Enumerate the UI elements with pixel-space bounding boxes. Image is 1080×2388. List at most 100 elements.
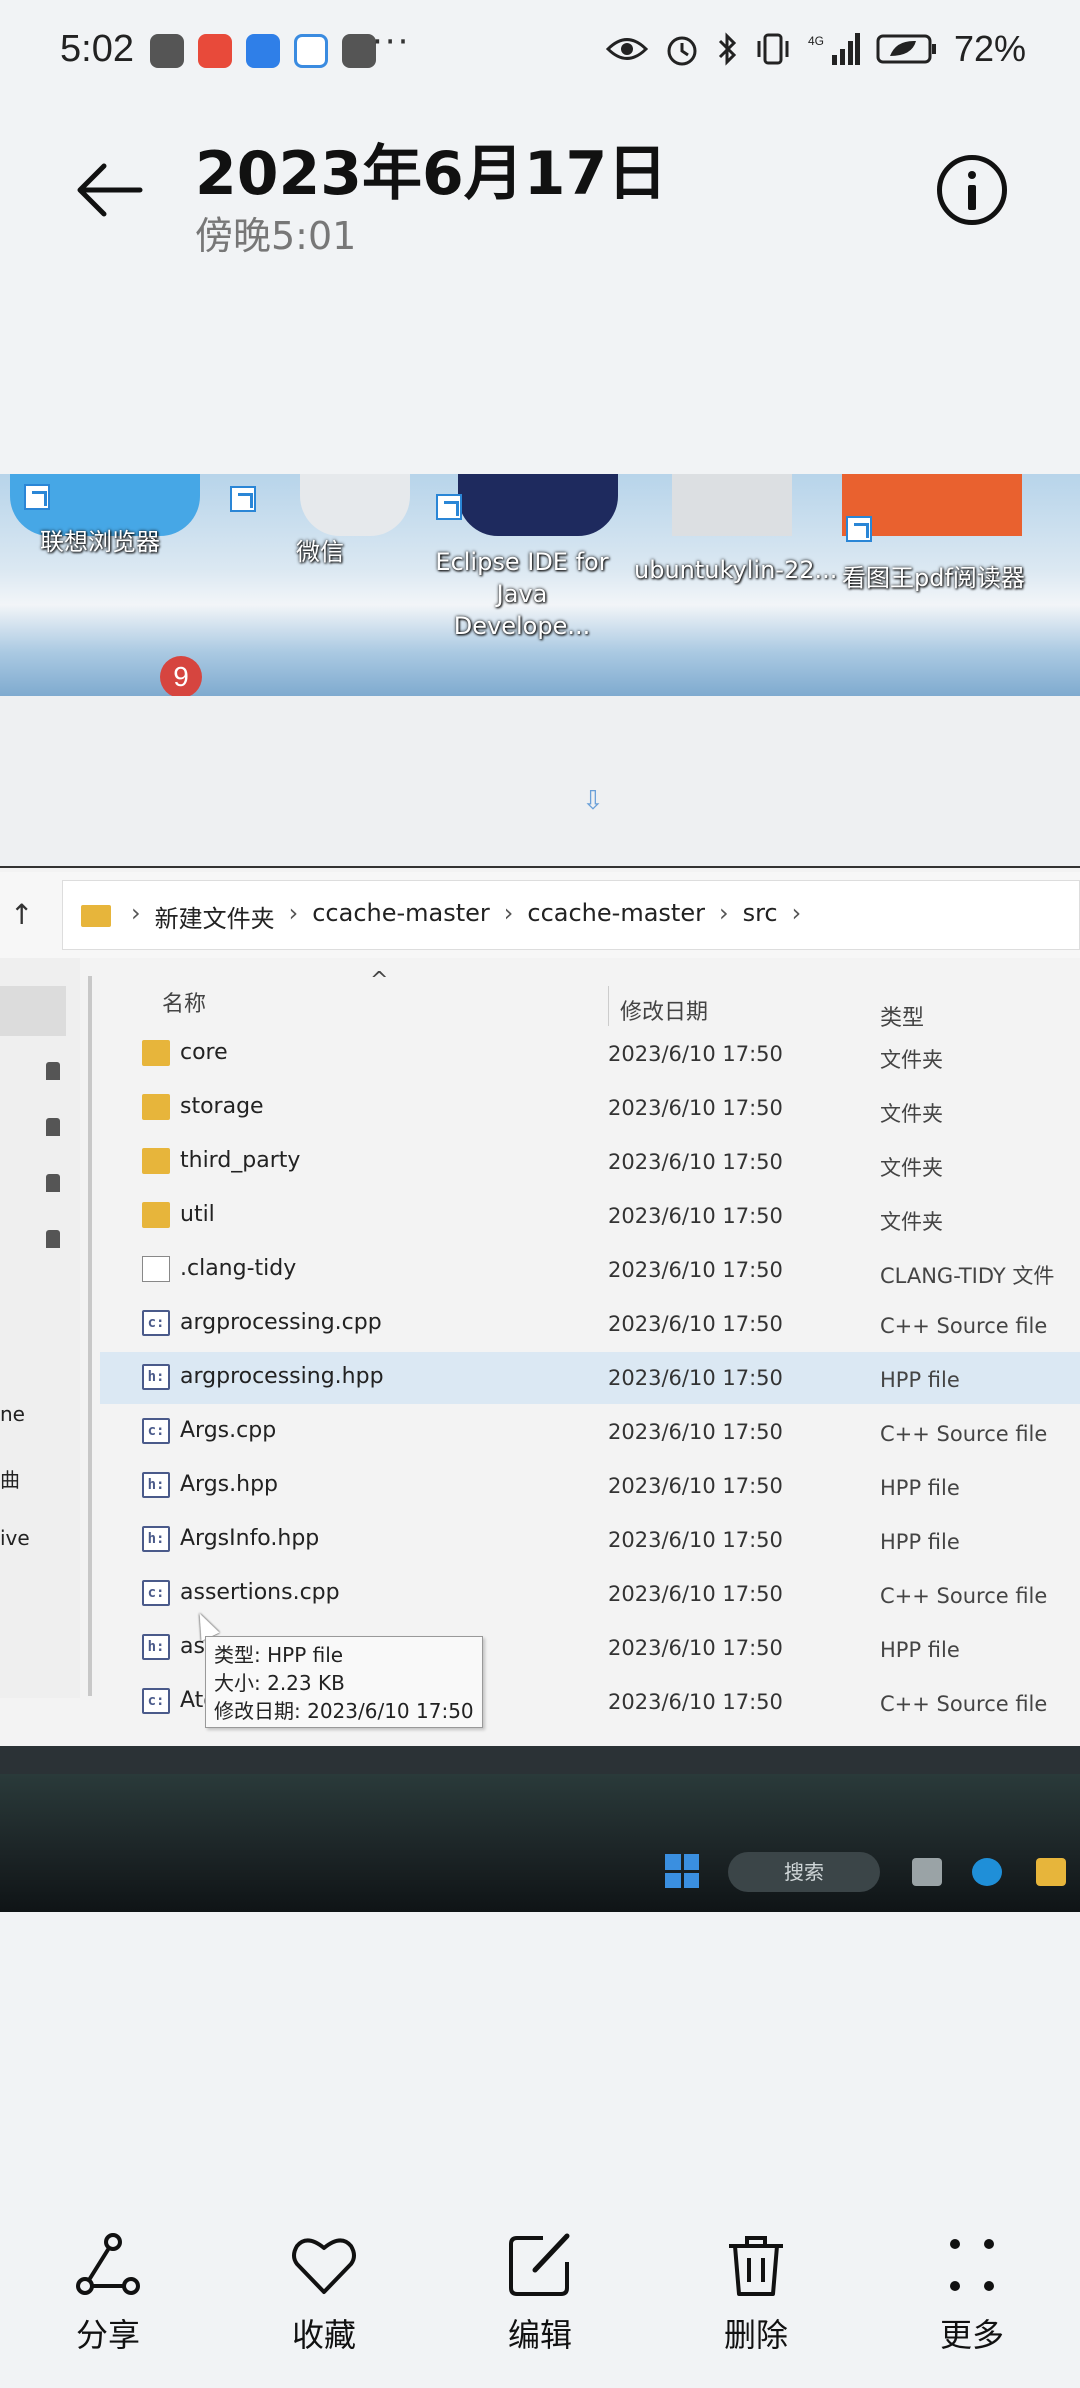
file-date: 2023/6/10 17:50 xyxy=(608,1636,783,1660)
breadcrumb-item[interactable]: 新建文件夹 xyxy=(155,899,275,934)
more-notifications-icon: ··· xyxy=(372,22,411,62)
shortcut-arrow-icon xyxy=(230,486,256,512)
share-button[interactable]: 分享 xyxy=(38,2230,178,2356)
file-date: 2023/6/10 17:50 xyxy=(608,1042,783,1066)
nav-selected-item[interactable] xyxy=(0,986,66,1036)
up-arrow-icon[interactable]: ↑ xyxy=(10,898,33,931)
file-name: Args.cpp xyxy=(180,1418,277,1443)
folder-taskbar-icon[interactable] xyxy=(1036,1858,1066,1886)
eye-icon xyxy=(605,38,648,60)
taskbar-search[interactable]: 搜索 xyxy=(728,1852,880,1892)
bottom-toolbar: 分享 收藏 编辑 删除 更多 xyxy=(0,2230,1080,2388)
hpp-file-icon: h: xyxy=(142,1364,170,1390)
photo-viewer[interactable]: 联想浏览器 微信 Eclipse IDE for Java Develope..… xyxy=(0,474,1080,1912)
file-type: C++ Source file xyxy=(880,1314,1048,1338)
file-date: 2023/6/10 17:50 xyxy=(608,1258,783,1282)
file-icon xyxy=(142,1256,170,1282)
trash-icon xyxy=(729,2236,783,2296)
table-row[interactable]: util 2023/6/10 17:50 文件夹 xyxy=(100,1190,1080,1242)
table-row[interactable]: h: ArgsInfo.hpp 2023/6/10 17:50 HPP file xyxy=(100,1514,1080,1566)
breadcrumb-item[interactable]: src xyxy=(743,899,778,934)
file-date: 2023/6/10 17:50 xyxy=(608,1582,783,1606)
nav-item-label[interactable]: 曲 xyxy=(0,1464,20,1493)
file-type: HPP file xyxy=(880,1638,960,1662)
cpp-file-icon: c: xyxy=(142,1418,170,1444)
notification-icons xyxy=(150,34,376,68)
battery-icon xyxy=(876,34,936,64)
file-name: core xyxy=(180,1040,228,1065)
shortcut-arrow-icon xyxy=(436,494,462,520)
desktop-label: 微信 xyxy=(296,538,344,566)
file-type: 文件夹 xyxy=(880,1048,943,1072)
explorer-ribbon: ⇩ xyxy=(0,696,1080,868)
file-name: argprocessing.cpp xyxy=(180,1310,382,1335)
file-type: HPP file xyxy=(880,1476,960,1500)
desktop-label: Eclipse IDE for Java Develope... xyxy=(435,548,609,640)
file-type: CLANG-TIDY 文件 xyxy=(880,1264,1055,1288)
desktop-background: 联想浏览器 微信 Eclipse IDE for Java Develope..… xyxy=(0,474,1080,712)
windows-start-icon[interactable] xyxy=(665,1854,699,1888)
pin-icon xyxy=(46,1174,60,1192)
file-name: .clang-tidy xyxy=(180,1256,297,1281)
table-row[interactable]: .clang-tidy 2023/6/10 17:50 CLANG-TIDY 文件 xyxy=(100,1244,1080,1296)
file-type: C++ Source file xyxy=(880,1692,1048,1716)
tooltip-type: 类型: HPP file xyxy=(214,1643,344,1667)
table-row[interactable]: third_party 2023/6/10 17:50 文件夹 xyxy=(100,1136,1080,1188)
task-view-icon[interactable] xyxy=(912,1858,942,1886)
status-indicators: 4G 72% xyxy=(605,28,1026,70)
file-date: 2023/6/10 17:50 xyxy=(608,1528,783,1552)
pin-icon xyxy=(46,1230,60,1248)
file-explorer-window: ⇩ ↑ › 新建文件夹 › ccache-master › ccache-mas… xyxy=(0,696,1080,1746)
file-type: C++ Source file xyxy=(880,1584,1048,1608)
breadcrumb[interactable]: › 新建文件夹 › ccache-master › ccache-master … xyxy=(62,880,1080,950)
file-date: 2023/6/10 17:50 xyxy=(608,1690,783,1714)
notification-badge: 9 xyxy=(160,656,202,698)
edit-button[interactable]: 编辑 xyxy=(470,2230,610,2356)
cpp-file-icon: c: xyxy=(142,1310,170,1336)
bluetooth-icon xyxy=(718,32,737,66)
signal-icon: 4G xyxy=(808,33,860,65)
scrollbar[interactable] xyxy=(88,976,92,1696)
share-icon xyxy=(76,2233,140,2295)
page-subtitle: 傍晚5:01 xyxy=(195,214,357,258)
svg-text:4G: 4G xyxy=(808,34,824,48)
hpp-file-icon: h: xyxy=(142,1526,170,1552)
file-type: 文件夹 xyxy=(880,1102,943,1126)
nav-item-label[interactable]: ne xyxy=(0,1402,25,1426)
info-button[interactable] xyxy=(937,155,1007,225)
table-row[interactable]: h: Args.hpp 2023/6/10 17:50 HPP file xyxy=(100,1460,1080,1512)
column-date-header[interactable]: 修改日期 xyxy=(620,994,708,1026)
favorite-button[interactable]: 收藏 xyxy=(254,2230,394,2356)
desktop-label: 联想浏览器 xyxy=(40,528,160,556)
edit-icon xyxy=(509,2233,570,2296)
edge-icon[interactable] xyxy=(972,1858,1002,1886)
shortcut-arrow-icon xyxy=(846,516,872,542)
breadcrumb-item[interactable]: ccache-master xyxy=(527,899,705,934)
desktop-label: ubuntukylin-22... xyxy=(634,556,838,584)
table-row[interactable]: c: argprocessing.cpp 2023/6/10 17:50 C++ So… xyxy=(100,1298,1080,1350)
file-date: 2023/6/10 17:50 xyxy=(608,1312,783,1336)
back-button[interactable] xyxy=(70,150,150,230)
file-name: storage xyxy=(180,1094,264,1119)
desktop-label: 看图王pdf阅读器 xyxy=(842,564,1025,592)
cpp-file-icon: c: xyxy=(142,1580,170,1606)
nav-item-label[interactable]: ive xyxy=(0,1526,30,1550)
file-date: 2023/6/10 17:50 xyxy=(608,1420,783,1444)
more-button[interactable]: 更多 xyxy=(902,2230,1042,2356)
table-row[interactable]: storage 2023/6/10 17:50 文件夹 xyxy=(100,1082,1080,1134)
delete-button[interactable]: 删除 xyxy=(686,2230,826,2356)
breadcrumb-item[interactable]: ccache-master xyxy=(312,899,490,934)
file-name: third_party xyxy=(180,1148,301,1173)
table-row[interactable]: c: assertions.cpp 2023/6/10 17:50 C++ Sourc… xyxy=(100,1568,1080,1620)
file-tooltip: 类型: HPP file 大小: 2.23 KB 修改日期: 2023/6/10… xyxy=(205,1636,483,1728)
wechat-desktop-icon xyxy=(300,474,410,536)
column-name-header[interactable]: 名称 xyxy=(162,986,206,1018)
table-row[interactable]: c: Args.cpp 2023/6/10 17:50 C++ Source file xyxy=(100,1406,1080,1458)
table-row[interactable]: core 2023/6/10 17:50 文件夹 xyxy=(100,1028,1080,1080)
file-type: C++ Source file xyxy=(880,1422,1048,1446)
table-row[interactable]: h: argprocessing.hpp 2023/6/10 17:50 HPP fi… xyxy=(100,1352,1080,1404)
vibrate-icon xyxy=(757,33,789,65)
file-date: 2023/6/10 17:50 xyxy=(608,1366,783,1390)
file-name: assertions.cpp xyxy=(180,1580,340,1605)
status-bar: 5:02 ··· 4G 72% xyxy=(0,0,1080,104)
